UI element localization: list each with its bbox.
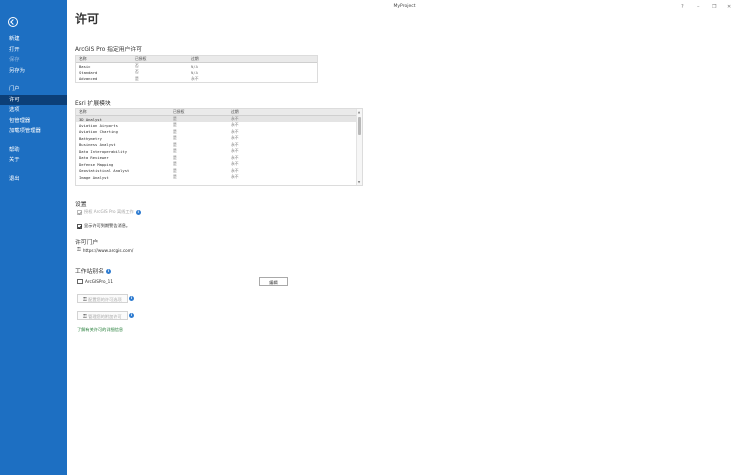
license-name: Advanced (79, 76, 98, 82)
offline-label: 授权 ArcGIS Pro 离线工作 (84, 209, 134, 214)
offline-checkbox (77, 209, 82, 215)
portal-url-row: ⚿ https://www.arcgis.com/ (77, 247, 135, 253)
configure-license-button: ⚿ 配置您的许可选项 (77, 294, 128, 303)
computer-icon (77, 278, 83, 284)
nav-item-exit[interactable]: 退出 (0, 174, 67, 185)
extension-name: Image Analyst (79, 174, 109, 180)
app-window: 新建 打开 保存 另存为 门户 许可 选项 包管理器 加载项管理器 帮助 关于 … (0, 0, 742, 475)
key-icon: ⚿ (77, 247, 81, 253)
portal-section-title: 许可门户 (75, 240, 99, 246)
nav-item-portal[interactable]: 门户 (0, 84, 67, 95)
backstage-sidebar: 新建 打开 保存 另存为 门户 许可 选项 包管理器 加载项管理器 帮助 关于 … (0, 0, 67, 475)
key-icon: ⚿ (83, 296, 87, 303)
offline-option: 授权 ArcGIS Pro 离线工作 i (77, 209, 141, 215)
info-icon[interactable]: i (129, 313, 135, 318)
license-expires: 永不 (191, 75, 199, 81)
extensions-table: 名称 已授权 过期 3D Analyst 是 永不 Aviation Airpo… (75, 108, 363, 186)
portal-url: https://www.arcgis.com/ (82, 247, 134, 253)
manage-license-button: ⚿ 管理您的附加许可 (77, 311, 128, 320)
manage-license-label: 管理您的附加许可 (88, 314, 122, 319)
scroll-up-icon[interactable]: ▲ (357, 110, 361, 114)
nav-item-addin-manager[interactable]: 加载项管理器 (0, 126, 67, 137)
key-icon: ⚿ (83, 313, 87, 320)
configure-row: ⚿ 配置您的许可选项 i (77, 294, 135, 303)
table-row[interactable]: Image Analyst 是 永不 (76, 174, 358, 181)
nav-item-new[interactable]: 新建 (0, 34, 67, 45)
configure-license-label: 配置您的许可选项 (88, 297, 122, 302)
nav-item-about[interactable]: 关于 (0, 155, 67, 166)
workstation-title: 工作站别名 (75, 269, 104, 275)
info-icon[interactable]: i (105, 269, 111, 274)
manage-row: ⚿ 管理您的附加许可 i (77, 311, 135, 320)
edit-button[interactable]: 编辑 (259, 277, 288, 286)
named-user-license-table: 名称 已授权 过期 Basic 否 N/A Standard 否 N/A Adv… (75, 55, 318, 83)
expiry-warning-option: 显示许可到期警告消息。 (77, 223, 132, 229)
scroll-thumb[interactable] (357, 117, 361, 135)
expiry-warning-label: 显示许可到期警告消息。 (84, 223, 131, 228)
backstage-nav: 新建 打开 保存 另存为 门户 许可 选项 包管理器 加载项管理器 帮助 关于 … (0, 34, 67, 184)
workstation-row: ArcGISPro_11 (77, 278, 115, 284)
scroll-down-icon[interactable]: ▼ (357, 180, 361, 184)
settings-section-title: 设置 (75, 202, 87, 208)
license-licensed: 是 (135, 75, 139, 81)
learn-more-link[interactable]: 了解有关许可的详细信息 (77, 327, 123, 333)
nav-item-options[interactable]: 选项 (0, 105, 67, 116)
extensions-section-title: Esri 扩展模块 (75, 101, 111, 107)
licensing-page: 许可 ArcGIS Pro 指定用户许可 名称 已授权 过期 Basic 否 N… (67, 0, 742, 475)
nav-item-help[interactable]: 帮助 (0, 145, 67, 156)
nav-item-package-manager[interactable]: 包管理器 (0, 116, 67, 127)
nav-item-save-as[interactable]: 另存为 (0, 66, 67, 77)
workstation-section-title: 工作站别名 i (75, 266, 111, 275)
nav-item-save: 保存 (9, 57, 20, 63)
info-icon[interactable]: i (135, 209, 141, 215)
info-icon[interactable]: i (129, 296, 135, 301)
nav-item-licensing[interactable]: 许可 (0, 94, 67, 105)
page-title: 许可 (75, 12, 100, 26)
workstation-name: ArcGISPro_11 (85, 278, 113, 284)
named-user-section-title: ArcGIS Pro 指定用户许可 (75, 47, 142, 53)
nav-item-open[interactable]: 打开 (0, 45, 67, 56)
back-arrow-icon[interactable] (8, 17, 18, 27)
expiry-warning-checkbox[interactable] (77, 223, 82, 229)
table-row[interactable]: Advanced 是 永不 (76, 76, 317, 83)
extension-licensed: 是 (173, 174, 177, 180)
extension-expires: 永不 (231, 174, 239, 180)
